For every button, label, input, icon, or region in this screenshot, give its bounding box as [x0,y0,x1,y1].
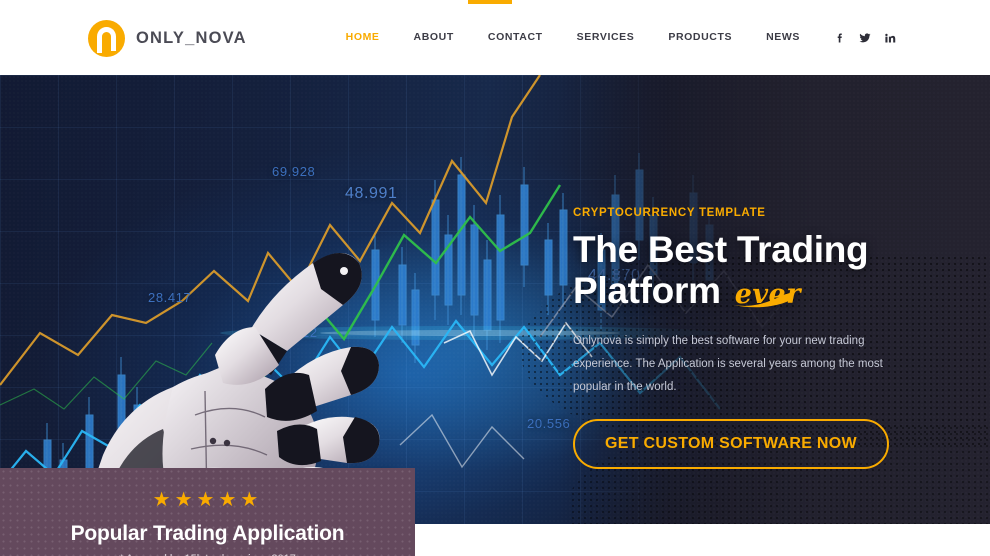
twitter-icon[interactable] [852,0,877,75]
nav-item-products[interactable]: PRODUCTS [651,0,749,75]
logo-wordmark: ONLY_NOVA [136,29,247,47]
nav-item-services[interactable]: SERVICES [560,0,652,75]
site-header: ONLY_NOVA HOME ABOUT CONTACT SERVICES PR… [0,0,990,75]
social-links [827,0,902,75]
hero-eyebrow: CRYPTOCURRENCY TEMPLATE [573,207,766,219]
hero-title-line-2: Platform [573,270,721,312]
hero-title-accent-wrap: ever [732,270,801,311]
page-load-progress-fill [468,0,512,4]
get-custom-software-button[interactable]: GET CUSTOM SOFTWARE NOW [573,418,889,469]
page-load-progress-track [0,0,990,4]
swoosh-underline-icon [732,292,793,308]
nav-item-contact[interactable]: CONTACT [471,0,560,75]
hero-section: 69.928 48.991 28.417 .012 44.870 20.556 … [0,75,990,524]
facebook-icon[interactable] [827,0,852,75]
promo-card: ★★★★★ Popular Trading Application * Apro… [0,468,415,556]
linkedin-icon[interactable] [877,0,902,75]
onlynova-logo-icon [88,20,125,57]
nav-item-news[interactable]: NEWS [749,0,817,75]
hero-copy-block: CRYPTOCURRENCY TEMPLATE The Best Trading… [573,207,923,469]
hero-title: The Best Trading Platform ever [573,229,923,312]
site-logo[interactable]: ONLY_NOVA [88,20,247,57]
hero-title-line-1: The Best Trading [573,229,869,270]
nav-item-about[interactable]: ABOUT [397,0,471,75]
hero-paragraph: Onlynova is simply the best software for… [573,334,883,393]
main-navigation: HOME ABOUT CONTACT SERVICES PRODUCTS NEW… [329,0,902,75]
promo-title: Popular Trading Application [70,522,345,545]
nav-item-home[interactable]: HOME [329,0,397,75]
rating-stars: ★★★★★ [152,489,263,511]
